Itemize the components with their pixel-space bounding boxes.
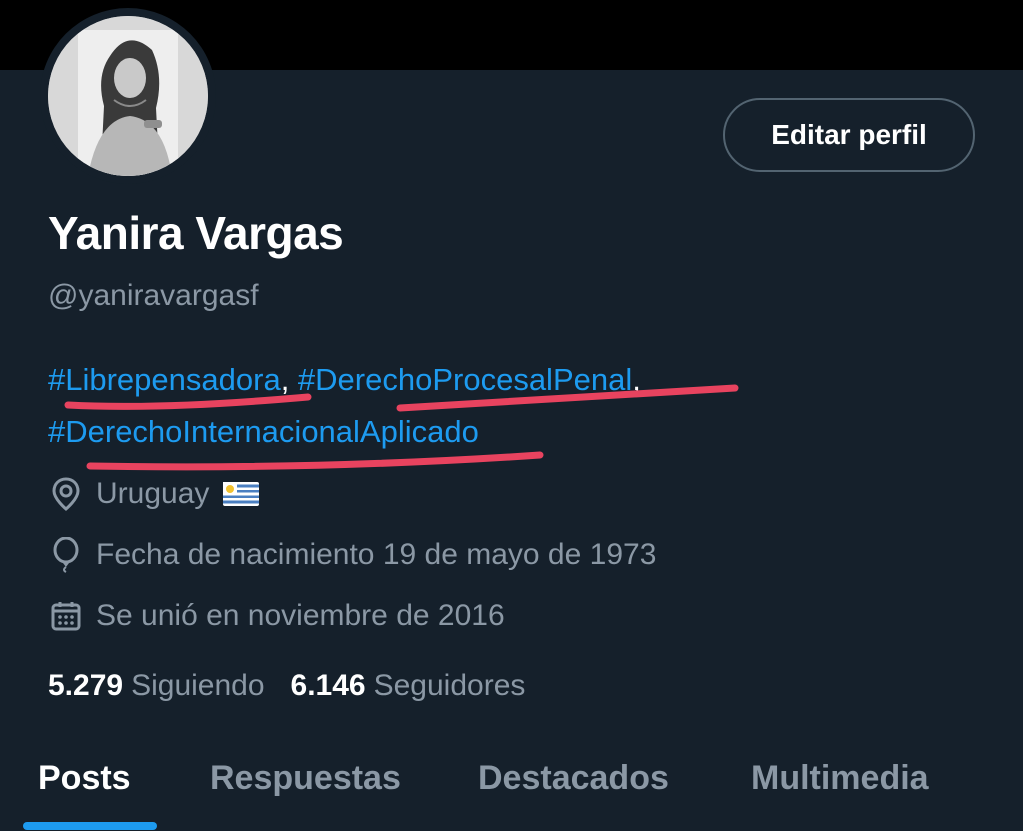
calendar-icon [48,598,84,634]
username-handle: @yaniravargasf [48,279,259,312]
following-label: Siguiendo [131,669,265,702]
bio-separator: , [632,362,641,397]
birthday-row: Fecha de nacimiento 19 de mayo de 1973 [48,535,656,575]
bio-separator: , [280,362,298,397]
followers-label: Seguidores [373,669,526,702]
joined-text: Se unió en noviembre de 2016 [96,599,505,632]
following-link[interactable]: 5.279 Siguiendo [48,666,265,706]
birthday-text: Fecha de nacimiento 19 de mayo de 1973 [96,538,657,571]
active-tab-indicator [23,822,157,830]
profile-tabs: Posts Respuestas Destacados Multimedia [0,740,1023,831]
hashtag-derecho-procesal-penal[interactable]: #DerechoProcesalPenal [298,362,632,397]
followers-link[interactable]: 6.146 Seguidores [291,666,526,706]
hashtag-derecho-internacional-aplicado[interactable]: #DerechoInternacionalAplicado [48,414,479,449]
display-name: Yanira Vargas [48,207,344,259]
followers-count: 6.146 [290,669,366,702]
profile-avatar[interactable] [40,8,216,184]
tab-destacados[interactable]: Destacados [478,758,669,798]
uruguay-flag-icon [223,482,260,506]
profile-bio: #Librepensadora, #DerechoProcesalPenal, … [48,354,988,458]
balloon-icon [48,537,84,573]
tab-multimedia[interactable]: Multimedia [751,758,929,798]
location-text: Uruguay [96,477,210,510]
following-count: 5.279 [48,669,124,702]
location-pin-icon [48,476,84,512]
follow-stats: 5.279 Siguiendo 6.146 Seguidores [48,666,525,706]
edit-profile-button[interactable]: Editar perfil [723,98,975,172]
tab-posts[interactable]: Posts [38,758,131,798]
joined-row: Se unió en noviembre de 2016 [48,596,505,636]
location-row: Uruguay [48,474,260,514]
profile-photo [48,16,208,176]
tab-respuestas[interactable]: Respuestas [210,758,401,798]
hashtag-librepensadora[interactable]: #Librepensadora [48,362,281,397]
